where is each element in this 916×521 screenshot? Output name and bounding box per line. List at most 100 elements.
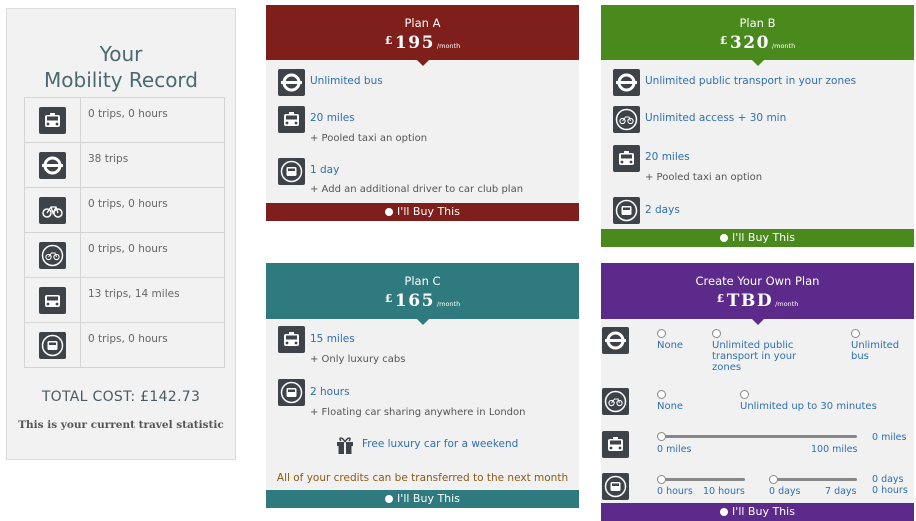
- feature-label: Unlimited bus: [310, 75, 383, 87]
- record-value: 13 trips, 14 miles: [80, 277, 225, 323]
- bike-share-icon: [602, 388, 629, 415]
- taxi-miles-slider[interactable]: [659, 435, 857, 438]
- carclub-hours-slider[interactable]: [659, 478, 745, 481]
- underground-roundel-icon: [602, 327, 629, 354]
- transport-option-unlimited-bus[interactable]: Unlimited bus: [851, 329, 911, 362]
- plan-b-card: Plan B £320/month Unlimited public trans…: [601, 5, 914, 247]
- custom-plan-buy-button[interactable]: I'll Buy This: [601, 503, 914, 521]
- carclub-hours-slider-handle[interactable]: [657, 475, 666, 484]
- plan-c-card: Plan C £165/month 15 miles + Only luxury…: [266, 263, 579, 508]
- feature-sub: + Floating car sharing anywhere in Londo…: [310, 407, 526, 418]
- underground-roundel-icon: [278, 69, 305, 96]
- feature-sub: + Pooled taxi an option: [310, 133, 428, 144]
- carclub-hours-readout: 0 hours: [872, 485, 908, 496]
- car-club-icon: [278, 379, 305, 406]
- table-row: 0 trips, 0 hours: [24, 232, 225, 278]
- taxi-max-label: 100 miles: [811, 444, 858, 455]
- plan-c-header: Plan C £165/month: [266, 263, 579, 325]
- plan-c-buy-button[interactable]: I'll Buy This: [266, 490, 579, 508]
- feature-sub: + Pooled taxi an option: [645, 172, 763, 183]
- plan-name: Plan C: [404, 274, 441, 288]
- carclub-hours-min-label: 0 hours: [657, 486, 693, 497]
- car-icon: [39, 286, 66, 314]
- mobility-record-card: Your Mobility Record 0 trips, 0 hours 38…: [6, 8, 236, 460]
- carclub-days-slider[interactable]: [771, 478, 857, 481]
- car-club-icon: [602, 473, 629, 500]
- carclub-days-min-label: 0 days: [769, 486, 801, 497]
- plan-b-buy-button[interactable]: I'll Buy This: [601, 229, 914, 247]
- car-club-icon: [39, 331, 66, 359]
- feature-label: 20 miles: [310, 112, 355, 124]
- record-title: Your Mobility Record: [44, 42, 198, 92]
- record-value: 0 trips, 0 hours: [80, 322, 225, 368]
- plan-a-header: Plan A £195/month: [266, 5, 579, 66]
- car-club-icon: [613, 197, 640, 224]
- radio-button[interactable]: [851, 329, 860, 338]
- transport-option-unlimited-public[interactable]: Unlimited public transport in your zones: [712, 329, 822, 373]
- radio-dot-icon: [720, 234, 729, 242]
- total-cost: TOTAL COST: £142.73: [41, 389, 201, 405]
- record-value: 0 trips, 0 hours: [80, 187, 225, 233]
- taxi-icon: [613, 145, 640, 172]
- plan-name: Create Your Own Plan: [695, 274, 820, 288]
- feature-label: 15 miles: [310, 333, 355, 345]
- statistic-note: This is your current travel statistic: [18, 419, 224, 431]
- table-row: 0 trips, 0 hours: [24, 322, 225, 368]
- radio-button[interactable]: [657, 390, 666, 399]
- radio-button[interactable]: [657, 329, 666, 338]
- plan-price: £165/month: [384, 291, 461, 311]
- plan-price: £320/month: [719, 33, 796, 53]
- taxi-value-readout: 0 miles: [872, 432, 907, 443]
- feature-label: 2 hours: [310, 386, 350, 398]
- plan-a-buy-button[interactable]: I'll Buy This: [266, 203, 579, 221]
- table-row: 0 trips, 0 hours: [24, 97, 225, 143]
- taxi-icon: [278, 326, 305, 353]
- credits-note: All of your credits can be transferred t…: [276, 472, 569, 484]
- bike-share-icon: [613, 106, 640, 133]
- bike-share-icon: [39, 241, 66, 269]
- table-row: 38 trips: [24, 142, 225, 188]
- carclub-days-max-label: 7 days: [825, 486, 857, 497]
- taxi-icon: [602, 431, 629, 458]
- feature-label: 1 day: [310, 164, 340, 176]
- plan-price: £TBD/month: [716, 291, 799, 311]
- gift-icon: [337, 437, 353, 454]
- bonus-label: Free luxury car for a weekend: [362, 438, 519, 450]
- record-value: 38 trips: [80, 142, 225, 188]
- feature-label: Unlimited access + 30 min: [645, 112, 787, 124]
- underground-roundel-icon: [613, 69, 640, 96]
- radio-dot-icon: [385, 208, 394, 216]
- feature-sub: + Only luxury cabs: [310, 354, 406, 365]
- taxi-icon: [39, 106, 66, 134]
- carclub-days-slider-handle[interactable]: [769, 475, 778, 484]
- record-table: 0 trips, 0 hours 38 trips 0 trips, 0 hou…: [24, 97, 225, 368]
- bike-option-unlimited-30[interactable]: Unlimited up to 30 minutes: [740, 390, 877, 412]
- radio-button[interactable]: [712, 329, 721, 338]
- table-row: 13 trips, 14 miles: [24, 277, 225, 323]
- feature-label: 20 miles: [645, 151, 690, 163]
- taxi-min-label: 0 miles: [657, 444, 692, 455]
- bonus-row: Free luxury car for a weekend: [336, 435, 536, 457]
- feature-label: 2 days: [645, 204, 680, 216]
- custom-plan-header: Create Your Own Plan £TBD/month: [601, 263, 914, 325]
- record-value: 0 trips, 0 hours: [80, 97, 225, 143]
- carclub-days-readout: 0 days: [872, 474, 904, 485]
- taxi-miles-slider-handle[interactable]: [657, 432, 666, 441]
- plan-price: £195/month: [384, 33, 461, 53]
- plan-name: Plan B: [739, 16, 776, 30]
- car-club-icon: [278, 158, 305, 185]
- radio-button[interactable]: [740, 390, 749, 399]
- bicycle-icon: [39, 196, 66, 224]
- radio-dot-icon: [720, 508, 729, 516]
- radio-dot-icon: [385, 495, 394, 503]
- plan-b-header: Plan B £320/month: [601, 5, 914, 66]
- feature-label: Unlimited public transport in your zones: [645, 75, 857, 87]
- carclub-hours-max-label: 10 hours: [703, 486, 745, 497]
- table-row: 0 trips, 0 hours: [24, 187, 225, 233]
- feature-sub: + Add an additional driver to car club p…: [310, 184, 524, 195]
- plan-name: Plan A: [404, 16, 441, 30]
- plan-a-card: Plan A £195/month Unlimited bus 20 miles…: [266, 5, 579, 221]
- bike-option-none[interactable]: None: [657, 390, 683, 412]
- record-value: 0 trips, 0 hours: [80, 232, 225, 278]
- transport-option-none[interactable]: None: [657, 329, 683, 351]
